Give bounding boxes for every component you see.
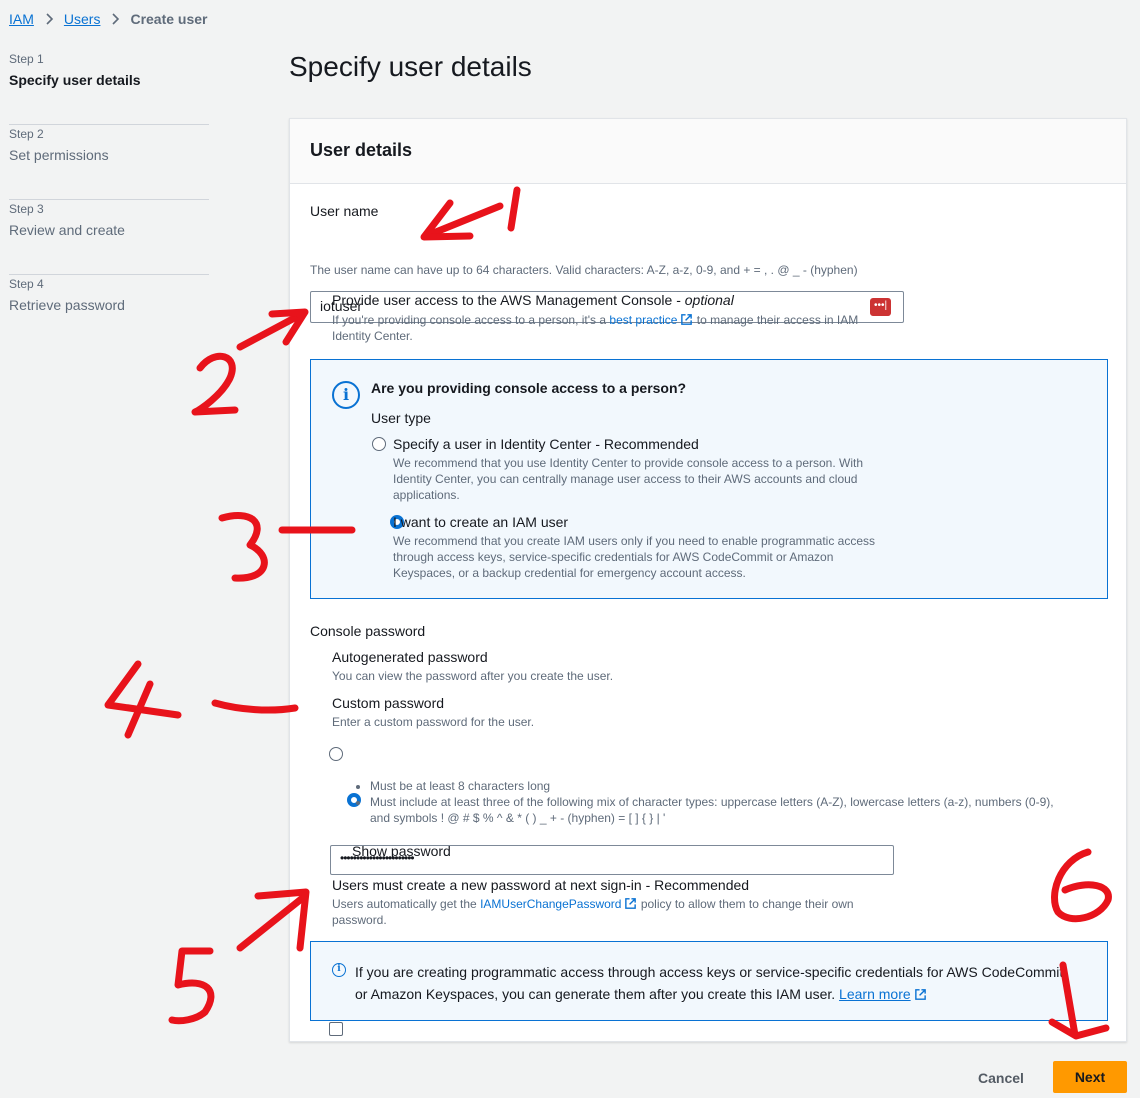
wizard-step-3[interactable]: Step 3 Review and create [9,200,209,275]
info-box-title: Are you providing console access to a pe… [371,380,687,396]
step-number: Step 4 [9,277,44,291]
password-requirements: Must be at least 8 characters long Must … [352,778,1092,826]
step-title: Set permissions [9,147,109,163]
cancel-button[interactable]: Cancel [966,1063,1036,1093]
wizard-step-4[interactable]: Step 4 Retrieve password [9,275,209,350]
step-number: Step 3 [9,202,44,216]
step-title: Retrieve password [9,297,125,313]
breadcrumb: IAM Users Create user [9,11,208,27]
external-link-icon [625,898,637,909]
step-title: Specify user details [9,72,141,88]
user-details-panel: User details User name iotuser •••| The … [289,118,1127,1042]
info-line: If you are creating programmatic access … [355,964,1064,980]
identity-center-desc: We recommend that you use Identity Cente… [393,455,863,503]
desc-line: We recommend that you use Identity Cente… [393,456,864,470]
iam-user-label[interactable]: I want to create an IAM user [393,514,568,530]
require-reset-desc: Users automatically get the IAMUserChang… [332,896,892,928]
desc-line: applications. [393,488,460,502]
username-label: User name [310,203,379,219]
step-number: Step 1 [9,52,44,66]
panel-header: User details [290,119,1126,184]
requirement-text: and symbols ! @ # $ % ^ & * ( ) _ + - (h… [370,811,666,825]
wizard-step-2[interactable]: Step 2 Set permissions [9,125,209,200]
show-password-label[interactable]: Show password [352,843,451,859]
console-person-info-box: i Are you providing console access to a … [310,359,1108,599]
breadcrumb-iam-link[interactable]: IAM [9,11,34,27]
desc-line: through access keys, service-specific cr… [393,550,834,564]
info-icon: i [332,963,346,977]
step-title: Review and create [9,222,125,238]
breadcrumb-users-link[interactable]: Users [64,11,101,27]
console-password-label: Console password [310,623,426,639]
optional-tag: optional [684,292,734,308]
breadcrumb-current: Create user [130,11,208,27]
autogenerated-password-label[interactable]: Autogenerated password [332,649,488,665]
programmatic-info-text: If you are creating programmatic access … [355,961,1063,1005]
requirement-text: Must include at least three of the follo… [370,795,1054,809]
page-title: Specify user details [289,51,532,82]
step-number: Step 2 [9,127,44,141]
require-reset-label[interactable]: Users must create a new password at next… [332,877,749,893]
desc-line: Keyspaces, or a backup credential for em… [393,566,746,580]
identity-center-label[interactable]: Specify a user in Identity Center - Reco… [393,436,699,452]
external-link-icon [681,314,693,325]
desc-line: We recommend that you create IAM users o… [393,534,876,548]
user-type-label: User type [371,410,431,426]
custom-password-label[interactable]: Custom password [332,695,444,711]
external-link-icon [914,989,926,1000]
info-text: or Amazon Keyspaces, you can generate th… [355,986,840,1002]
autogenerated-password-desc: You can view the password after you crea… [332,669,614,683]
username-hint: The user name can have up to 64 characte… [310,263,858,277]
info-line: or Amazon Keyspaces, you can generate th… [355,983,1063,1005]
console-access-label-text: Provide user access to the AWS Managemen… [332,292,685,308]
desc-text: Identity Center. [332,329,413,343]
custom-password-desc: Enter a custom password for the user. [332,715,535,729]
info-icon: i [332,381,360,409]
annotation-arrow-4 [104,660,299,739]
iam-user-change-password-link[interactable]: IAMUserChangePassword [480,897,621,911]
desc-text: If you're providing console access to a … [332,313,610,327]
autogenerated-password-radio[interactable] [328,747,343,761]
desc-text: policy to allow them to change their own [637,897,854,911]
console-access-desc: If you're providing console access to a … [332,312,892,344]
requirement-item: Must include at least three of the follo… [370,794,1092,826]
learn-more-link[interactable]: Learn more [839,986,911,1002]
console-access-label[interactable]: Provide user access to the AWS Managemen… [332,292,734,308]
desc-text: password. [332,913,387,927]
wizard-steps: Step 1 Specify user details Step 2 Set p… [9,50,209,350]
desc-text: to manage their access in IAM [693,313,859,327]
identity-center-radio[interactable] [372,437,386,451]
wizard-step-1[interactable]: Step 1 Specify user details [9,50,209,125]
programmatic-access-info-box: i If you are creating programmatic acces… [310,941,1108,1021]
require-reset-checkbox[interactable] [328,1022,343,1036]
requirement-item: Must be at least 8 characters long [370,778,1092,794]
best-practice-link[interactable]: best practice [609,313,677,327]
chevron-right-icon [112,13,120,25]
desc-line: Identity Center, you can centrally manag… [393,472,858,486]
annotation-arrow-5 [168,888,310,1025]
iam-user-desc: We recommend that you create IAM users o… [393,533,875,581]
next-button[interactable]: Next [1053,1061,1127,1093]
chevron-right-icon [46,13,54,25]
desc-text: Users automatically get the [332,897,481,911]
